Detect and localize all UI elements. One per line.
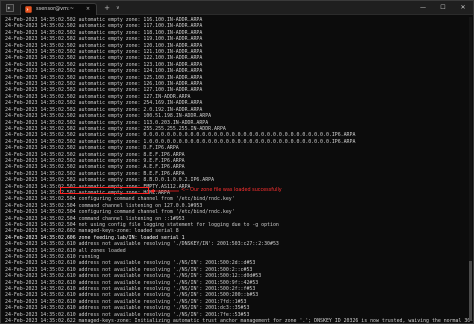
tab-dropdown-button[interactable]: ∨ [116, 5, 120, 11]
terminal-tab[interactable]: ssensor@vm:~ × [20, 2, 98, 15]
tab-title: ssensor@vm:~ [36, 6, 74, 12]
close-icon[interactable]: ✕ [453, 1, 473, 14]
annotation-note: <-- Our zone file was loaded successfull… [181, 187, 282, 193]
maximize-icon[interactable]: ☐ [433, 1, 453, 14]
annotation-arrow [150, 189, 179, 193]
tab-terminal-icon [25, 5, 32, 13]
scrollbar[interactable] [469, 17, 472, 321]
terminal-app-icon [5, 3, 14, 12]
console-output[interactable]: 24-Feb-2023 14:35:02.502 automatic empty… [5, 17, 474, 324]
new-tab-button[interactable]: + [104, 4, 110, 12]
title-bar[interactable]: ssensor@vm:~ × + ∨ — ☐ ✕ [1, 1, 473, 15]
terminal-window: ssensor@vm:~ × + ∨ — ☐ ✕ 24-Feb-2023 14:… [0, 0, 474, 324]
window-controls: — ☐ ✕ [413, 1, 473, 14]
scrollbar-thumb[interactable] [469, 261, 472, 321]
tab-close-button[interactable]: × [86, 6, 90, 12]
console-line: 24-Feb-2023 14:35:02.622 managed-keys-zo… [5, 318, 474, 324]
minimize-icon[interactable]: — [413, 1, 433, 14]
highlight-box [60, 187, 149, 194]
